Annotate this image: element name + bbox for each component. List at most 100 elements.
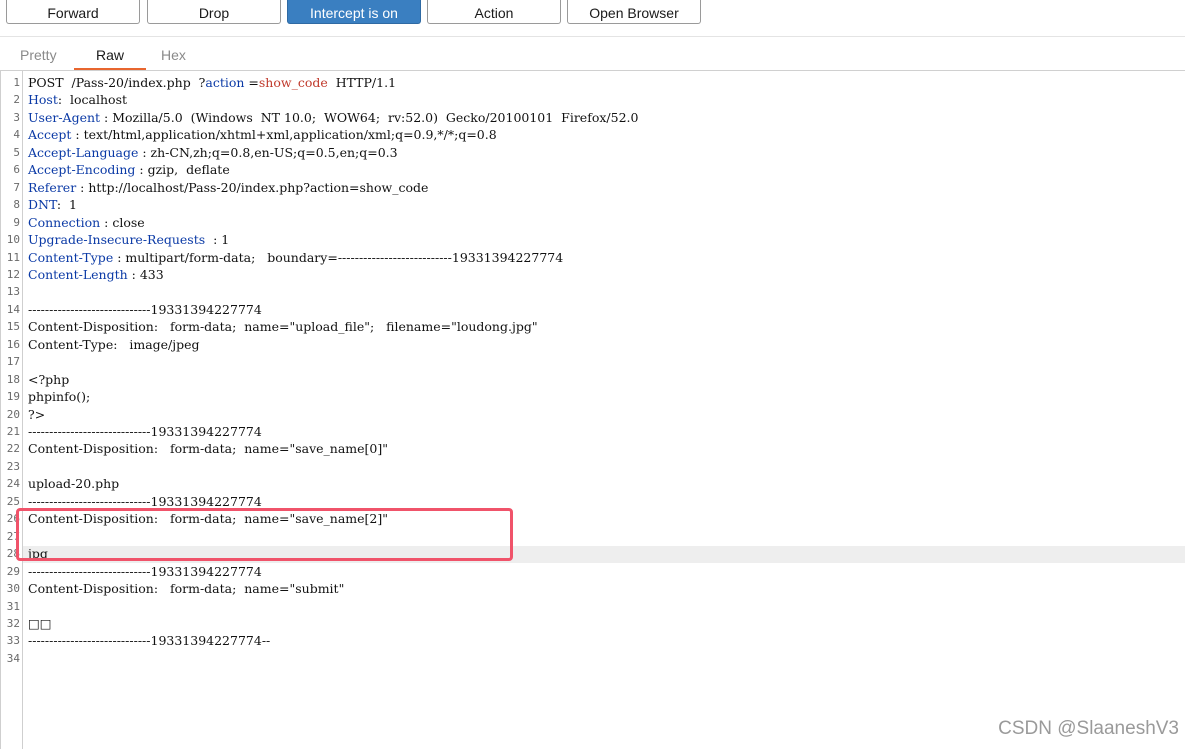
request-line[interactable]: 29 -----------------------------193313942… (0, 563, 1185, 580)
line-number: 9 (13, 215, 20, 229)
line-number: 22 (6, 442, 20, 456)
header-name: Accept (28, 127, 72, 143)
line-number: 7 (13, 180, 20, 194)
line-segment: phpinfo(); (28, 389, 91, 405)
request-line[interactable]: 14 -----------------------------193313942… (0, 301, 1185, 318)
line-segment: : zh-CN,zh;q=0.8,en-US;q=0.5,en;q=0.3 (138, 144, 398, 160)
line-text: Content-Length : 433 (28, 266, 164, 283)
drop-button[interactable]: Drop (147, 0, 281, 24)
line-text: Content-Disposition: form-data; name="su… (28, 580, 344, 597)
line-text: Content-Disposition: form-data; name="up… (28, 318, 538, 335)
highlight-annotation-box (16, 508, 513, 561)
line-text: phpinfo(); (28, 388, 90, 405)
request-line[interactable]: 1 POST /Pass-20/index.php ?action =show_c… (0, 74, 1185, 91)
request-line[interactable]: 33 -----------------------------193313942… (0, 632, 1185, 649)
raw-request-editor[interactable]: 1 POST /Pass-20/index.php ?action =show_c… (0, 70, 1185, 749)
request-line[interactable]: 8 DNT: 1 (0, 196, 1185, 213)
request-line[interactable]: 18 <?php (0, 371, 1185, 388)
line-text: DNT: 1 (28, 196, 77, 213)
line-number: 17 (6, 355, 20, 369)
line-text: -----------------------------19331394227… (28, 563, 262, 580)
line-number: 33 (6, 634, 20, 648)
line-text: Content-Disposition: form-data; name="sa… (28, 440, 388, 457)
line-number: 32 (6, 616, 20, 630)
line-segment: : text/html,application/xhtml+xml,applic… (71, 127, 497, 143)
line-segment: : localhost (57, 92, 128, 108)
header-name: action (205, 75, 245, 90)
request-line[interactable]: 9 Connection : close (0, 214, 1185, 231)
action-button[interactable]: Action (427, 0, 561, 24)
header-name: DNT (28, 197, 57, 213)
intercept-toggle-button[interactable]: Intercept is on (287, 0, 421, 24)
request-line[interactable]: 7 Referer : http://localhost/Pass-20/inde… (0, 179, 1185, 196)
line-number: 14 (6, 302, 20, 316)
request-line[interactable]: 17 (0, 353, 1185, 370)
request-line[interactable]: 30 Content-Disposition: form-data; name="… (0, 580, 1185, 597)
request-line[interactable]: 20 ?> (0, 406, 1185, 423)
header-name: Accept-Language (28, 144, 139, 160)
request-line[interactable]: 2 Host: localhost (0, 91, 1185, 108)
request-line[interactable]: 22 Content-Disposition: form-data; name="… (0, 440, 1185, 457)
open-browser-button[interactable]: Open Browser (567, 0, 701, 24)
header-name: Accept-Encoding (28, 162, 136, 178)
forward-button[interactable]: Forward (6, 0, 140, 24)
line-segment: Content-Type: image/jpeg (28, 336, 200, 352)
line-segment: upload-20.php (28, 476, 120, 492)
watermark: CSDN @SlaaneshV3 (998, 718, 1179, 739)
line-number: 23 (6, 459, 20, 473)
tab-raw[interactable]: Raw (96, 47, 124, 63)
tab-pretty[interactable]: Pretty (20, 47, 57, 63)
request-line[interactable]: 13 (0, 283, 1185, 300)
header-name: Connection (28, 214, 101, 230)
line-text: Connection : close (28, 214, 145, 231)
line-text: □□ (28, 615, 52, 632)
line-text: POST /Pass-20/index.php ?action =show_co… (28, 74, 396, 91)
request-line[interactable]: 10 Upgrade-Insecure-Requests : 1 (0, 231, 1185, 248)
line-number: 16 (6, 337, 20, 351)
line-number: 3 (13, 110, 20, 124)
request-line[interactable]: 34 (0, 650, 1185, 667)
line-segment: Content-Disposition: form-data; name="su… (28, 581, 345, 597)
line-segment: ?> (28, 406, 46, 422)
request-line[interactable]: 24 upload-20.php (0, 475, 1185, 492)
line-segment: : 1 (205, 232, 230, 248)
line-text: User-Agent : Mozilla/5.0 (Windows NT 10.… (28, 109, 638, 126)
line-number: 29 (6, 564, 20, 578)
line-text: ?> (28, 406, 45, 423)
request-line[interactable]: 15 Content-Disposition: form-data; name="… (0, 318, 1185, 335)
request-line[interactable]: 19 phpinfo(); (0, 388, 1185, 405)
request-line[interactable]: 4 Accept : text/html,application/xhtml+xm… (0, 126, 1185, 143)
header-name: Referer (28, 179, 77, 195)
line-segment: -----------------------------19331394227… (28, 424, 262, 439)
request-line[interactable]: 11 Content-Type : multipart/form-data; bo… (0, 249, 1185, 266)
line-number: 20 (6, 407, 20, 421)
request-line[interactable]: 23 (0, 458, 1185, 475)
line-number: 8 (13, 198, 20, 212)
line-segment: : Mozilla/5.0 (Windows NT 10.0; WOW64; r… (100, 109, 639, 125)
line-text: Content-Type : multipart/form-data; boun… (28, 249, 563, 266)
line-segment: POST /Pass-20/index.php ? (28, 75, 206, 90)
line-number: 31 (6, 599, 20, 613)
line-segment: -----------------------------19331394227… (28, 563, 262, 579)
request-line[interactable]: 16 Content-Type: image/jpeg (0, 336, 1185, 353)
line-number: 24 (6, 477, 20, 491)
request-line[interactable]: 6 Accept-Encoding : gzip, deflate (0, 161, 1185, 178)
request-line[interactable]: 32 □□ (0, 615, 1185, 632)
tab-hex[interactable]: Hex (161, 47, 186, 63)
line-number: 6 (13, 163, 20, 177)
line-number: 5 (13, 145, 20, 159)
line-text: Accept-Encoding : gzip, deflate (28, 161, 230, 178)
line-segment: : multipart/form-data; boundary=--------… (113, 249, 564, 265)
header-name: Content-Length (28, 266, 128, 282)
line-number: 13 (6, 285, 20, 299)
request-line[interactable]: 5 Accept-Language : zh-CN,zh;q=0.8,en-US;… (0, 144, 1185, 161)
line-number: 12 (6, 267, 20, 281)
line-text: Accept-Language : zh-CN,zh;q=0.8,en-US;q… (28, 144, 398, 161)
request-line[interactable]: 31 (0, 598, 1185, 615)
line-number: 15 (6, 320, 20, 334)
line-segment: : close (100, 214, 145, 230)
view-tabs: Pretty Raw Hex (0, 36, 1185, 70)
request-line[interactable]: 3 User-Agent : Mozilla/5.0 (Windows NT 10… (0, 109, 1185, 126)
request-line[interactable]: 21 -----------------------------193313942… (0, 423, 1185, 440)
request-line[interactable]: 12 Content-Length : 433 (0, 266, 1185, 283)
